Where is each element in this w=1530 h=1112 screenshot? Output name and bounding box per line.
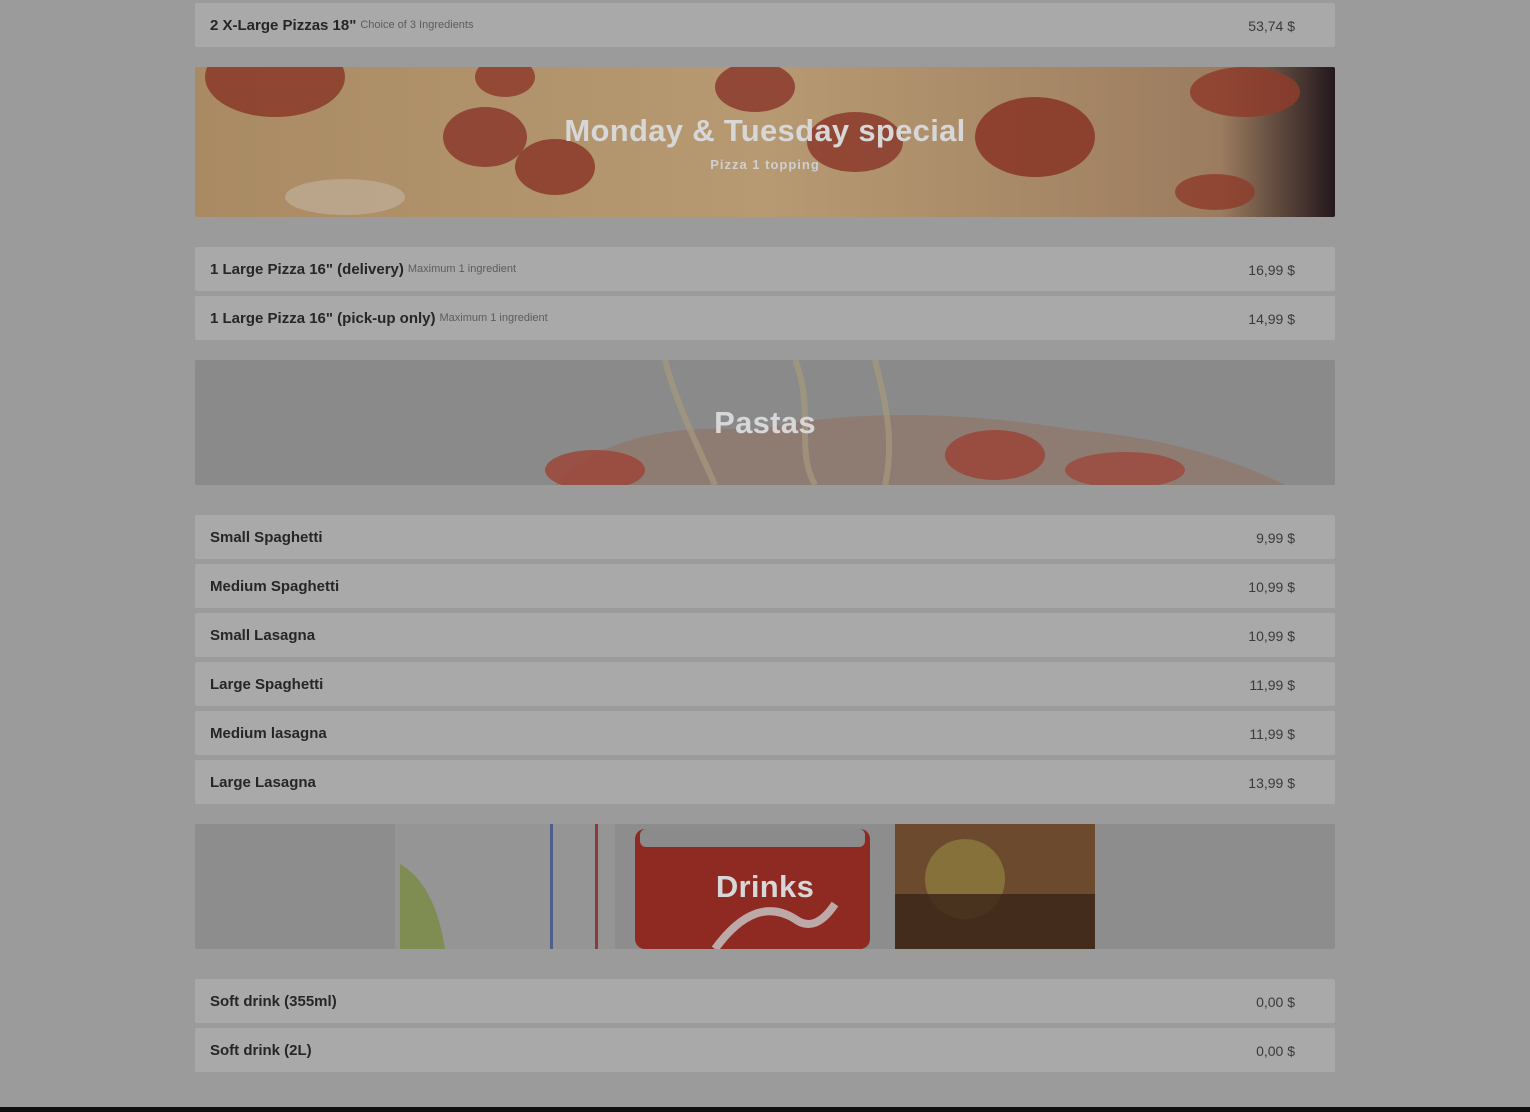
item-name: Large Lasagna — [210, 773, 316, 791]
item-name: Soft drink (2L) — [210, 1041, 312, 1059]
item-price: 14,99 $ — [1248, 311, 1295, 327]
menu-item-row[interactable]: Medium Spaghetti 10,99 $ — [195, 564, 1335, 608]
pastas-title: Pastas — [714, 404, 816, 440]
item-name: Medium lasagna — [210, 724, 327, 742]
menu-item-row[interactable]: 2 X-Large Pizzas 18" Choice of 3 Ingredi… — [195, 3, 1335, 47]
item-name: 1 Large Pizza 16" (delivery) — [210, 260, 404, 278]
menu-item-row[interactable]: Small Lasagna 10,99 $ — [195, 613, 1335, 657]
item-name: Large Spaghetti — [210, 675, 324, 693]
item-price: 11,99 $ — [1249, 726, 1295, 742]
item-name: Soft drink (355ml) — [210, 992, 337, 1010]
footer-bar — [0, 1107, 1530, 1112]
drinks-banner: Drinks — [195, 824, 1335, 949]
item-price: 53,74 $ — [1248, 18, 1295, 34]
item-name: Small Lasagna — [210, 626, 316, 644]
menu-item-row[interactable]: 1 Large Pizza 16" (delivery) Maximum 1 i… — [195, 247, 1335, 291]
item-name: Medium Spaghetti — [210, 577, 340, 595]
special-title: Monday & Tuesday special — [564, 112, 966, 148]
menu-item-row[interactable]: Large Spaghetti 11,99 $ — [195, 662, 1335, 706]
item-description: Maximum 1 ingredient — [439, 312, 548, 324]
menu-item-row[interactable]: Soft drink (355ml) 0,00 $ — [195, 979, 1335, 1023]
item-description: Choice of 3 Ingredients — [360, 19, 474, 31]
menu-item-row[interactable]: Large Lasagna 13,99 $ — [195, 760, 1335, 804]
item-price: 11,99 $ — [1249, 677, 1295, 693]
menu-item-row[interactable]: Medium lasagna 11,99 $ — [195, 711, 1335, 755]
special-subtitle: Pizza 1 topping — [710, 156, 820, 172]
item-price: 16,99 $ — [1248, 262, 1295, 278]
item-price: 0,00 $ — [1256, 994, 1295, 1010]
item-name: 2 X-Large Pizzas 18" — [210, 16, 357, 34]
item-price: 13,99 $ — [1248, 775, 1295, 791]
special-banner: Monday & Tuesday special Pizza 1 topping — [195, 67, 1335, 217]
item-name: 1 Large Pizza 16" (pick-up only) — [210, 309, 436, 327]
menu-item-row[interactable]: 1 Large Pizza 16" (pick-up only) Maximum… — [195, 296, 1335, 340]
item-description: Maximum 1 ingredient — [407, 263, 517, 275]
item-price: 10,99 $ — [1248, 579, 1295, 595]
item-price: 0,00 $ — [1256, 1043, 1295, 1059]
menu-item-row[interactable]: Small Spaghetti 9,99 $ — [195, 515, 1335, 559]
pastas-banner: Pastas — [195, 360, 1335, 485]
item-name: Small Spaghetti — [210, 528, 323, 546]
drinks-title: Drinks — [715, 868, 815, 904]
menu-item-row[interactable]: Soft drink (2L) 0,00 $ — [195, 1028, 1335, 1072]
item-price: 10,99 $ — [1248, 628, 1295, 644]
item-price: 9,99 $ — [1256, 530, 1295, 546]
